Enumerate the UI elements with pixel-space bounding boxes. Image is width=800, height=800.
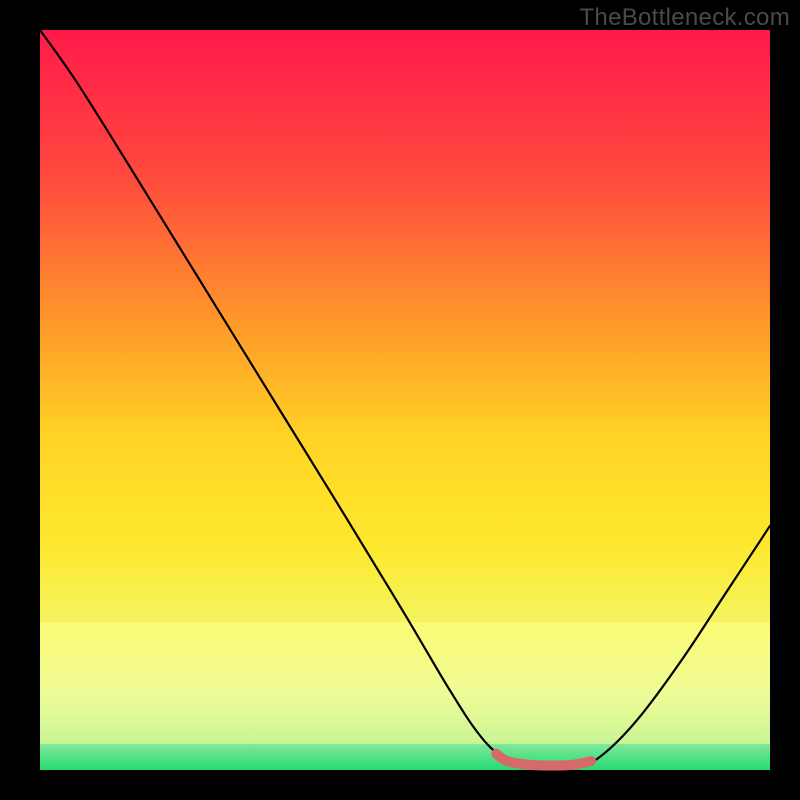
chart-frame: TheBottleneck.com xyxy=(0,0,800,800)
yellow-highlight-band xyxy=(40,622,770,744)
chart-svg xyxy=(0,0,800,800)
watermark-text: TheBottleneck.com xyxy=(579,4,790,32)
